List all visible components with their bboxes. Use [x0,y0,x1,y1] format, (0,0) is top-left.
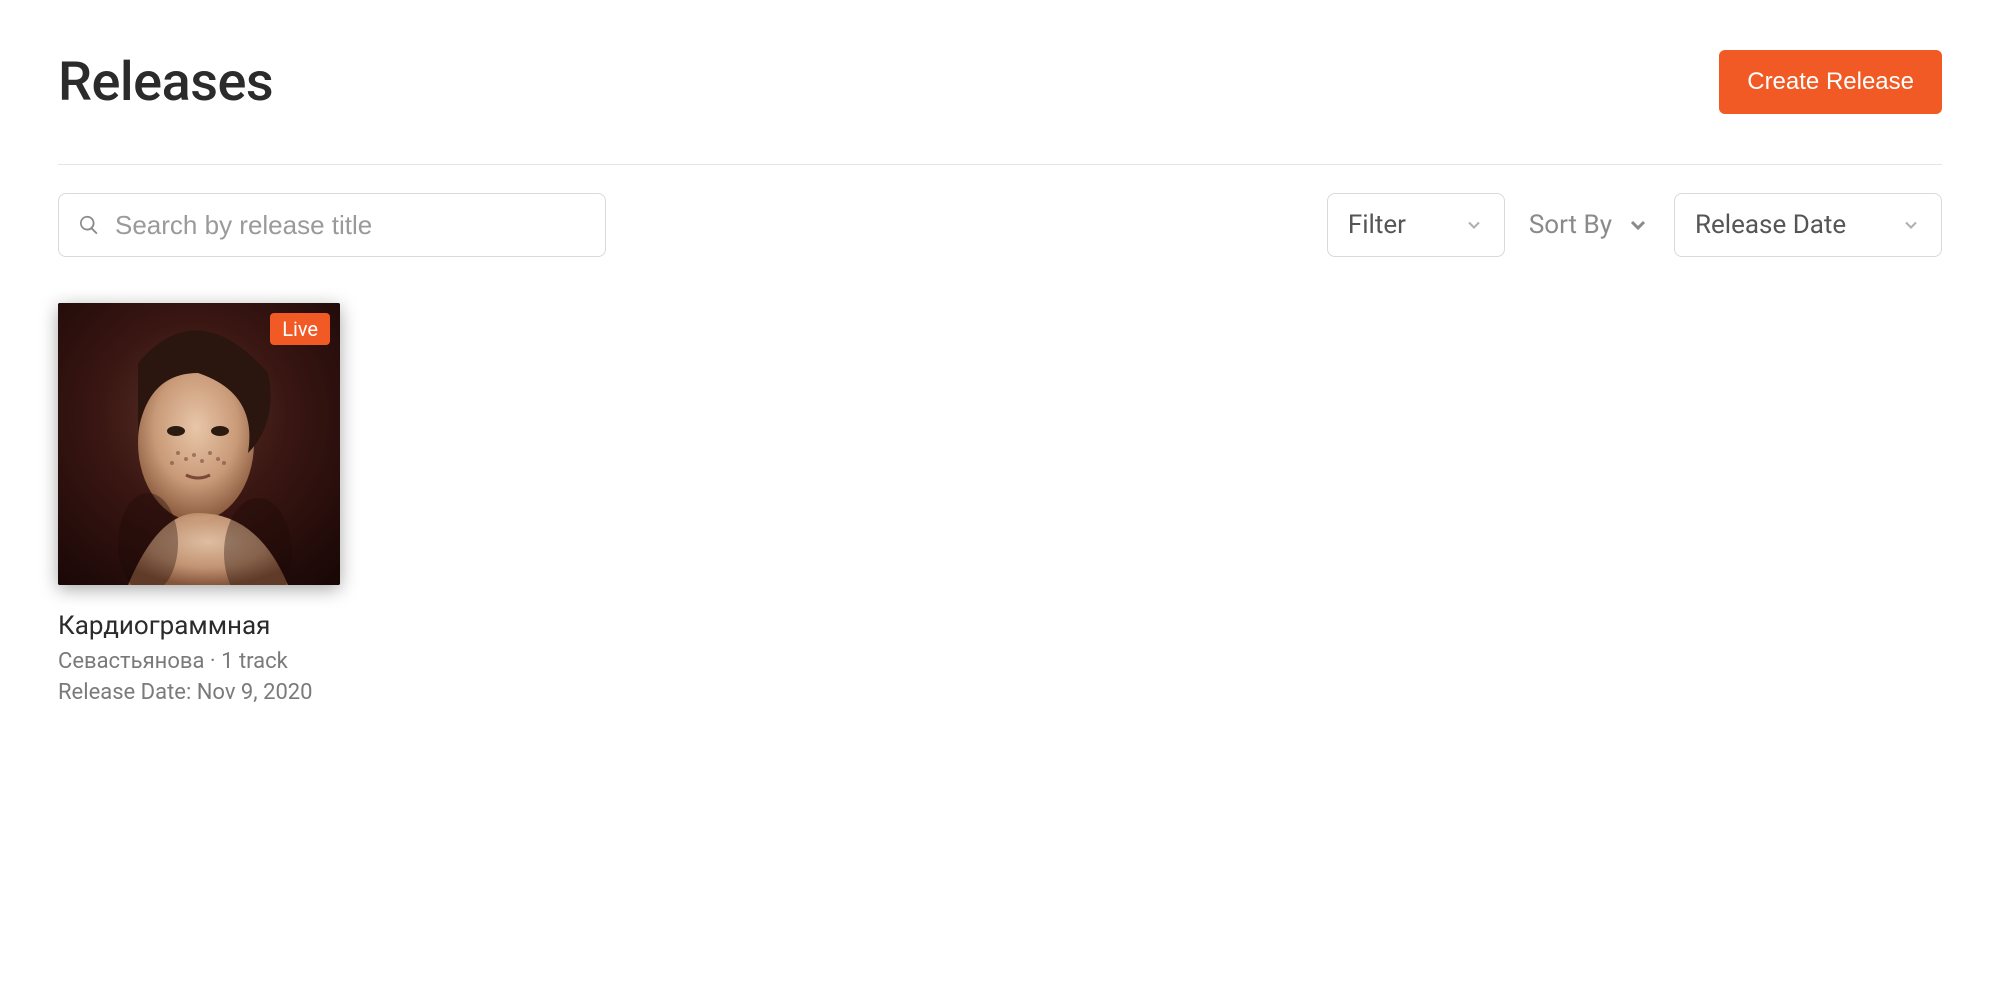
chevron-down-icon [1464,215,1484,235]
search-input[interactable] [58,193,606,257]
release-cover[interactable]: Live [58,303,340,585]
sort-by-label: Sort By [1529,210,1612,240]
search-icon [78,214,100,236]
meta-separator: · [210,649,221,674]
release-card[interactable]: Live Кардиограммная Севастьянова · 1 tra… [58,303,340,705]
releases-grid: Live Кардиограммная Севастьянова · 1 tra… [58,303,1942,705]
sort-by-toggle[interactable]: Sort By [1529,210,1650,240]
filter-label: Filter [1348,210,1406,240]
chevron-down-icon [1626,213,1650,237]
page-title: Releases [58,51,273,114]
status-badge: Live [270,313,330,345]
chevron-down-icon [1901,215,1921,235]
search-wrap [58,193,606,257]
release-track-count: 1 track [221,649,288,674]
sort-value-select[interactable]: Release Date [1674,193,1942,257]
create-release-button[interactable]: Create Release [1719,50,1942,114]
cover-art-image [58,303,340,585]
release-title: Кардиограммная [58,611,340,641]
release-artist: Севастьянова [58,649,204,674]
sort-value-label: Release Date [1695,210,1846,240]
filter-select[interactable]: Filter [1327,193,1505,257]
release-date: Release Date: Nov 9, 2020 [58,680,340,705]
divider [58,164,1942,165]
controls-row: Filter Sort By Release Date [58,193,1942,257]
release-meta: Севастьянова · 1 track [58,649,340,674]
